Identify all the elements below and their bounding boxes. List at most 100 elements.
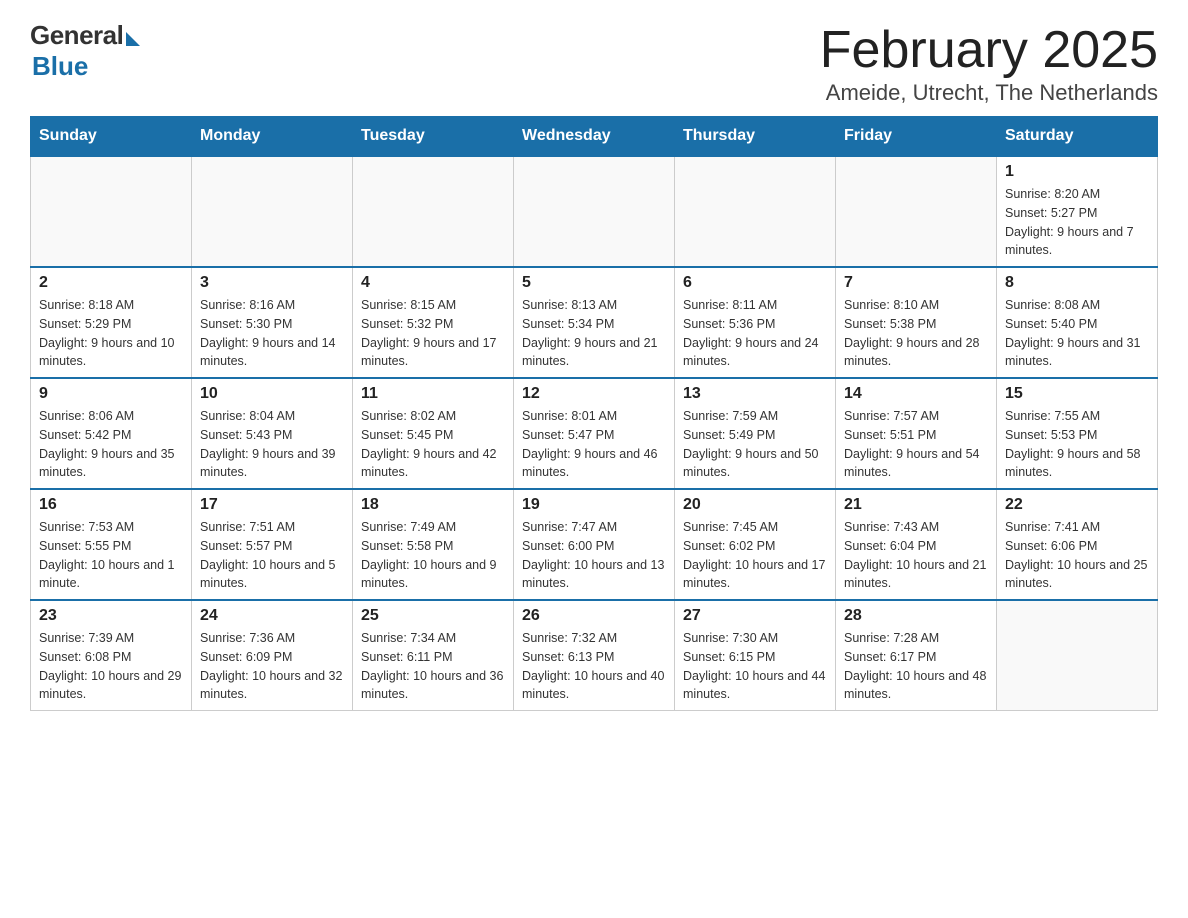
day-info: Sunrise: 7:45 AMSunset: 6:02 PMDaylight:…: [683, 518, 827, 593]
day-number: 19: [522, 496, 666, 514]
day-number: 17: [200, 496, 344, 514]
day-info: Sunrise: 7:28 AMSunset: 6:17 PMDaylight:…: [844, 629, 988, 704]
day-info: Sunrise: 7:30 AMSunset: 6:15 PMDaylight:…: [683, 629, 827, 704]
calendar-cell: 19 Sunrise: 7:47 AMSunset: 6:00 PMDayligh…: [514, 489, 675, 600]
calendar-table: SundayMondayTuesdayWednesdayThursdayFrid…: [30, 116, 1158, 711]
calendar-cell: 16 Sunrise: 7:53 AMSunset: 5:55 PMDayligh…: [31, 489, 192, 600]
day-number: 28: [844, 607, 988, 625]
day-number: 13: [683, 385, 827, 403]
day-number: 1: [1005, 163, 1149, 181]
day-number: 22: [1005, 496, 1149, 514]
calendar-cell: 22 Sunrise: 7:41 AMSunset: 6:06 PMDayligh…: [997, 489, 1158, 600]
day-info: Sunrise: 7:39 AMSunset: 6:08 PMDaylight:…: [39, 629, 183, 704]
week-row: 23 Sunrise: 7:39 AMSunset: 6:08 PMDayligh…: [31, 600, 1158, 711]
calendar-cell: 20 Sunrise: 7:45 AMSunset: 6:02 PMDayligh…: [675, 489, 836, 600]
day-number: 7: [844, 274, 988, 292]
logo: General Blue: [30, 20, 140, 82]
day-number: 21: [844, 496, 988, 514]
day-number: 23: [39, 607, 183, 625]
calendar-cell: [353, 156, 514, 267]
calendar-cell: 10 Sunrise: 8:04 AMSunset: 5:43 PMDayligh…: [192, 378, 353, 489]
calendar-cell: 12 Sunrise: 8:01 AMSunset: 5:47 PMDayligh…: [514, 378, 675, 489]
week-row: 16 Sunrise: 7:53 AMSunset: 5:55 PMDayligh…: [31, 489, 1158, 600]
day-number: 18: [361, 496, 505, 514]
day-number: 27: [683, 607, 827, 625]
day-info: Sunrise: 8:18 AMSunset: 5:29 PMDaylight:…: [39, 296, 183, 371]
day-number: 14: [844, 385, 988, 403]
day-info: Sunrise: 8:13 AMSunset: 5:34 PMDaylight:…: [522, 296, 666, 371]
calendar-cell: 15 Sunrise: 7:55 AMSunset: 5:53 PMDayligh…: [997, 378, 1158, 489]
calendar-cell: 13Sunrise: 7:59 AMSunset: 5:49 PMDayligh…: [675, 378, 836, 489]
day-of-week-header: Sunday: [31, 117, 192, 157]
calendar-cell: 23 Sunrise: 7:39 AMSunset: 6:08 PMDayligh…: [31, 600, 192, 711]
day-number: 5: [522, 274, 666, 292]
day-info: Sunrise: 7:51 AMSunset: 5:57 PMDaylight:…: [200, 518, 344, 593]
day-info: Sunrise: 8:20 AMSunset: 5:27 PMDaylight:…: [1005, 185, 1149, 260]
day-number: 2: [39, 274, 183, 292]
day-number: 15: [1005, 385, 1149, 403]
day-of-week-header: Thursday: [675, 117, 836, 157]
calendar-cell: 3 Sunrise: 8:16 AMSunset: 5:30 PMDaylight…: [192, 267, 353, 378]
day-info: Sunrise: 8:02 AMSunset: 5:45 PMDaylight:…: [361, 407, 505, 482]
day-info: Sunrise: 8:08 AMSunset: 5:40 PMDaylight:…: [1005, 296, 1149, 371]
month-title: February 2025: [820, 20, 1158, 80]
day-info: Sunrise: 8:01 AMSunset: 5:47 PMDaylight:…: [522, 407, 666, 482]
day-number: 25: [361, 607, 505, 625]
day-info: Sunrise: 7:41 AMSunset: 6:06 PMDaylight:…: [1005, 518, 1149, 593]
day-number: 4: [361, 274, 505, 292]
calendar-cell: 2 Sunrise: 8:18 AMSunset: 5:29 PMDaylight…: [31, 267, 192, 378]
location-title: Ameide, Utrecht, The Netherlands: [820, 80, 1158, 106]
day-number: 12: [522, 385, 666, 403]
calendar-cell: 8 Sunrise: 8:08 AMSunset: 5:40 PMDaylight…: [997, 267, 1158, 378]
day-number: 3: [200, 274, 344, 292]
day-info: Sunrise: 7:43 AMSunset: 6:04 PMDaylight:…: [844, 518, 988, 593]
calendar-cell: 25 Sunrise: 7:34 AMSunset: 6:11 PMDayligh…: [353, 600, 514, 711]
calendar-cell: 18 Sunrise: 7:49 AMSunset: 5:58 PMDayligh…: [353, 489, 514, 600]
page-header: General Blue February 2025 Ameide, Utrec…: [30, 20, 1158, 106]
day-info: Sunrise: 8:10 AMSunset: 5:38 PMDaylight:…: [844, 296, 988, 371]
week-row: 1 Sunrise: 8:20 AMSunset: 5:27 PMDaylight…: [31, 156, 1158, 267]
day-info: Sunrise: 8:11 AMSunset: 5:36 PMDaylight:…: [683, 296, 827, 371]
day-of-week-header: Wednesday: [514, 117, 675, 157]
calendar-cell: 14 Sunrise: 7:57 AMSunset: 5:51 PMDayligh…: [836, 378, 997, 489]
day-info: Sunrise: 7:32 AMSunset: 6:13 PMDaylight:…: [522, 629, 666, 704]
calendar-cell: 9 Sunrise: 8:06 AMSunset: 5:42 PMDaylight…: [31, 378, 192, 489]
day-info: Sunrise: 8:16 AMSunset: 5:30 PMDaylight:…: [200, 296, 344, 371]
logo-arrow-icon: [126, 32, 140, 46]
calendar-cell: 27 Sunrise: 7:30 AMSunset: 6:15 PMDayligh…: [675, 600, 836, 711]
day-info: Sunrise: 7:53 AMSunset: 5:55 PMDaylight:…: [39, 518, 183, 593]
header-row: SundayMondayTuesdayWednesdayThursdayFrid…: [31, 117, 1158, 157]
day-info: Sunrise: 7:34 AMSunset: 6:11 PMDaylight:…: [361, 629, 505, 704]
title-section: February 2025 Ameide, Utrecht, The Nethe…: [820, 20, 1158, 106]
calendar-cell: 26 Sunrise: 7:32 AMSunset: 6:13 PMDayligh…: [514, 600, 675, 711]
calendar-cell: 21 Sunrise: 7:43 AMSunset: 6:04 PMDayligh…: [836, 489, 997, 600]
day-number: 16: [39, 496, 183, 514]
calendar-cell: [675, 156, 836, 267]
logo-blue-text: Blue: [32, 51, 88, 82]
day-of-week-header: Saturday: [997, 117, 1158, 157]
day-number: 10: [200, 385, 344, 403]
day-number: 26: [522, 607, 666, 625]
day-info: Sunrise: 7:57 AMSunset: 5:51 PMDaylight:…: [844, 407, 988, 482]
day-info: Sunrise: 8:04 AMSunset: 5:43 PMDaylight:…: [200, 407, 344, 482]
day-of-week-header: Tuesday: [353, 117, 514, 157]
calendar-cell: [31, 156, 192, 267]
calendar-cell: 6Sunrise: 8:11 AMSunset: 5:36 PMDaylight…: [675, 267, 836, 378]
day-info: Sunrise: 7:49 AMSunset: 5:58 PMDaylight:…: [361, 518, 505, 593]
week-row: 9 Sunrise: 8:06 AMSunset: 5:42 PMDaylight…: [31, 378, 1158, 489]
day-info: Sunrise: 7:36 AMSunset: 6:09 PMDaylight:…: [200, 629, 344, 704]
day-info: Sunrise: 7:55 AMSunset: 5:53 PMDaylight:…: [1005, 407, 1149, 482]
calendar-cell: 11 Sunrise: 8:02 AMSunset: 5:45 PMDayligh…: [353, 378, 514, 489]
day-info: Sunrise: 8:15 AMSunset: 5:32 PMDaylight:…: [361, 296, 505, 371]
calendar-cell: 4 Sunrise: 8:15 AMSunset: 5:32 PMDaylight…: [353, 267, 514, 378]
calendar-cell: 7 Sunrise: 8:10 AMSunset: 5:38 PMDaylight…: [836, 267, 997, 378]
calendar-cell: 28 Sunrise: 7:28 AMSunset: 6:17 PMDayligh…: [836, 600, 997, 711]
day-info: Sunrise: 8:06 AMSunset: 5:42 PMDaylight:…: [39, 407, 183, 482]
day-number: 24: [200, 607, 344, 625]
day-info: Sunrise: 7:47 AMSunset: 6:00 PMDaylight:…: [522, 518, 666, 593]
day-number: 20: [683, 496, 827, 514]
day-number: 9: [39, 385, 183, 403]
day-number: 11: [361, 385, 505, 403]
day-number: 8: [1005, 274, 1149, 292]
calendar-cell: 24 Sunrise: 7:36 AMSunset: 6:09 PMDayligh…: [192, 600, 353, 711]
